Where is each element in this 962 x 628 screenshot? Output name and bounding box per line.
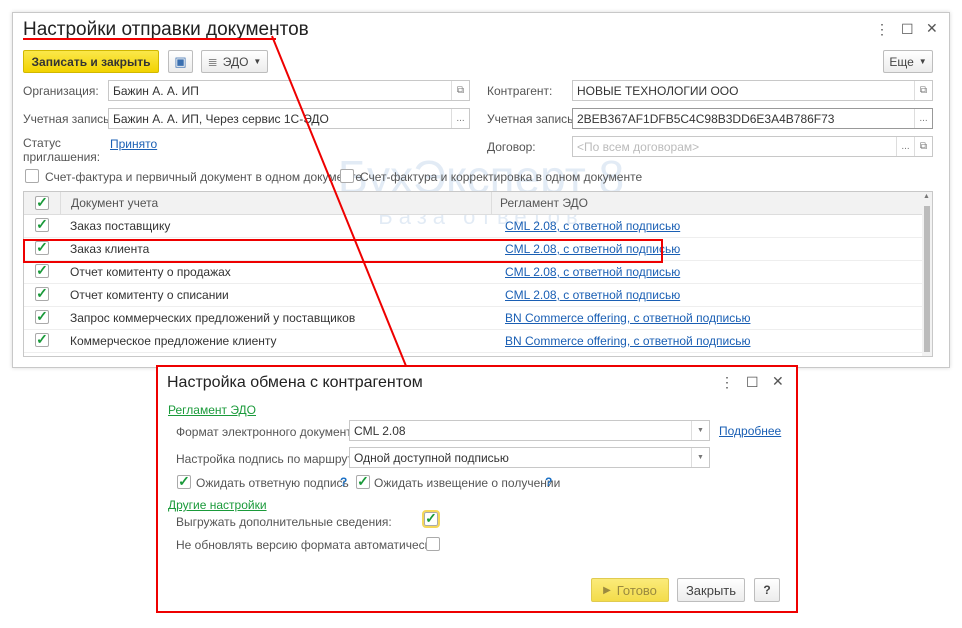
ok-button[interactable]: ▶ Готово — [591, 578, 669, 602]
ok-label: Готово — [616, 582, 657, 598]
dialog-title: Настройка обмена с контрагентом — [167, 374, 423, 391]
section-other-settings[interactable]: Другие настройки — [168, 498, 267, 512]
annotation-line — [271, 35, 407, 367]
no-update-label: Не обновлять версию формата автоматическ… — [176, 538, 440, 552]
maximize-icon[interactable]: ☐ — [746, 374, 759, 391]
format-select[interactable]: CML 2.08 ▼ — [349, 420, 710, 441]
format-value: CML 2.08 — [354, 423, 406, 438]
sign-label: Настройка подпись по маршруту: — [176, 452, 363, 466]
format-label: Формат электронного документа: — [176, 425, 362, 439]
help-icon[interactable]: ? — [340, 475, 347, 489]
export-extra-checkbox[interactable]: ✓ — [422, 510, 440, 528]
play-icon: ▶ — [603, 584, 611, 596]
wait-notice-label: Ожидать извещение о получении — [374, 476, 561, 490]
close-button[interactable]: Закрыть — [677, 578, 745, 602]
no-update-checkbox[interactable] — [426, 537, 440, 551]
help-button[interactable]: ? — [754, 578, 780, 602]
exchange-settings-dialog: Настройка обмена с контрагентом ⋮ ☐ ✕ Ре… — [156, 365, 798, 613]
more-actions-icon[interactable]: ⋮ — [720, 374, 734, 391]
chevron-down-icon[interactable]: ▼ — [691, 448, 709, 467]
chevron-down-icon[interactable]: ▼ — [691, 421, 709, 440]
wait-sign-checkbox[interactable]: ✓ — [177, 474, 191, 489]
more-info-link[interactable]: Подробнее — [719, 424, 781, 438]
wait-sign-label: Ожидать ответную подпись — [196, 476, 349, 490]
help-icon[interactable]: ? — [545, 475, 552, 489]
sign-value: Одной доступной подписью — [354, 450, 509, 465]
sign-select[interactable]: Одной доступной подписью ▼ — [349, 447, 710, 468]
wait-notice-checkbox[interactable]: ✓ — [356, 474, 370, 489]
export-extra-label: Выгружать дополнительные сведения: — [176, 515, 392, 529]
close-icon[interactable]: ✕ — [772, 373, 784, 390]
section-edo-regulation[interactable]: Регламент ЭДО — [168, 403, 256, 417]
